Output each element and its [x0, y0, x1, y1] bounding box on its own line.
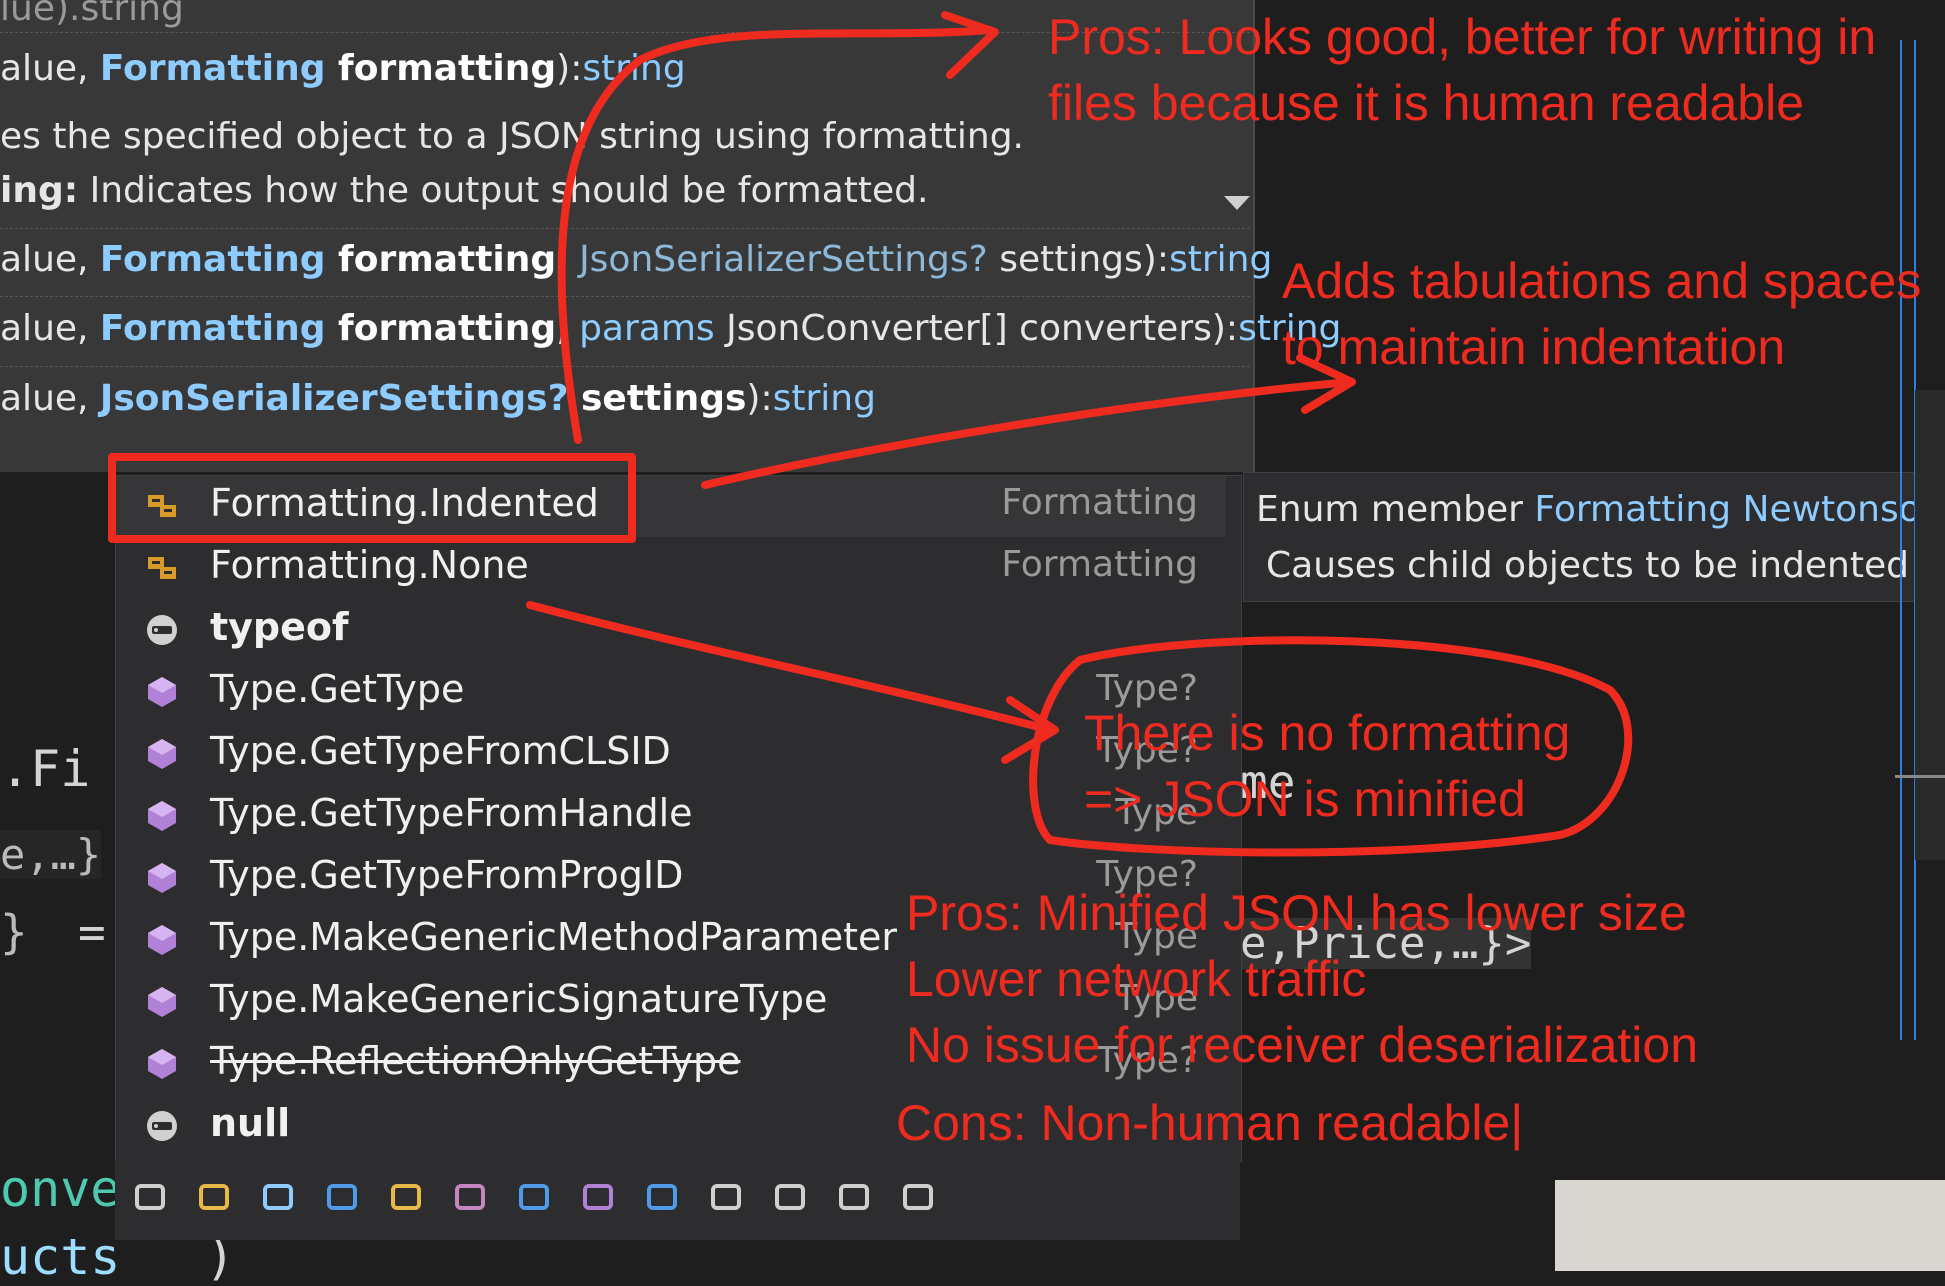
annotation-line: to maintain indentation: [1282, 319, 1786, 375]
annotation-drawings: [108, 11, 1633, 857]
annotation-line: => JSON is minified: [1084, 771, 1526, 827]
annotation-line: Pros: Minified JSON has lower size: [906, 885, 1687, 941]
annotation-pros-minified: Pros: Minified JSON has lower size Lower…: [906, 880, 1698, 1078]
annotation-line: There is no formatting: [1084, 705, 1571, 761]
arrow-none: [526, 601, 1054, 734]
annotation-line: No issue for receiver deserialization: [906, 1017, 1699, 1073]
annotation-pros-readable: Pros: Looks good, better for writing in …: [1048, 4, 1876, 136]
annotation-line: Pros: Looks good, better for writing in: [1048, 9, 1877, 65]
annotation-cons: Cons: Non-human readable|: [896, 1095, 1524, 1151]
highlight-box: [108, 453, 636, 543]
arrow-pros-readable: [557, 26, 994, 444]
arrow-adds: [701, 378, 1354, 489]
annotation-line: files because it is human readable: [1048, 75, 1805, 131]
annotation-none: There is no formatting => JSON is minifi…: [1084, 700, 1570, 832]
arrowhead-pros-readable: [941, 11, 999, 79]
annotation-line: Lower network traffic: [906, 951, 1367, 1007]
annotation-adds: Adds tabulations and spaces to maintain …: [1282, 248, 1921, 380]
annotation-line: Adds tabulations and spaces: [1282, 253, 1922, 309]
